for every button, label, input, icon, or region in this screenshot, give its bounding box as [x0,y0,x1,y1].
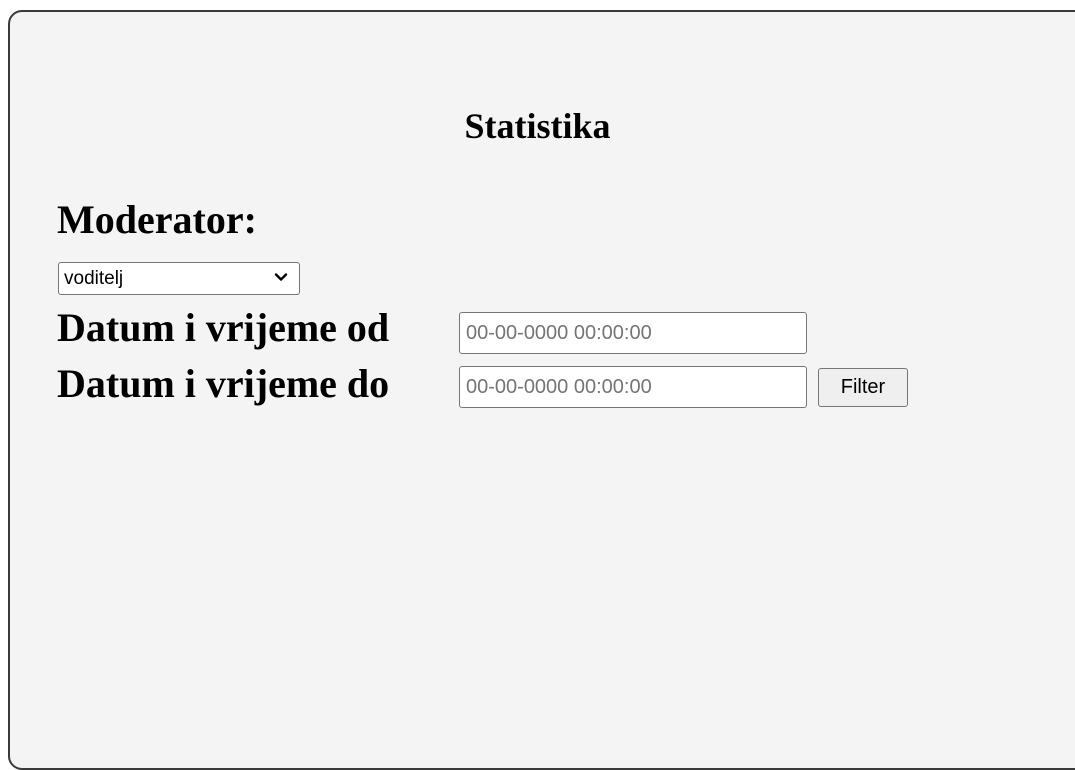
date-from-input[interactable] [459,312,807,354]
moderator-select[interactable]: voditelj [58,262,300,295]
page-title: Statistika [464,106,611,146]
date-to-input[interactable] [459,366,807,408]
date-from-label: Datum i vrijeme od [57,305,390,350]
date-to-label: Datum i vrijeme do [57,361,390,406]
moderator-select-value: voditelj [64,268,124,289]
chevron-down-icon [274,273,288,281]
filter-button[interactable]: Filter [818,368,908,407]
moderator-label: Moderator: [57,197,257,242]
